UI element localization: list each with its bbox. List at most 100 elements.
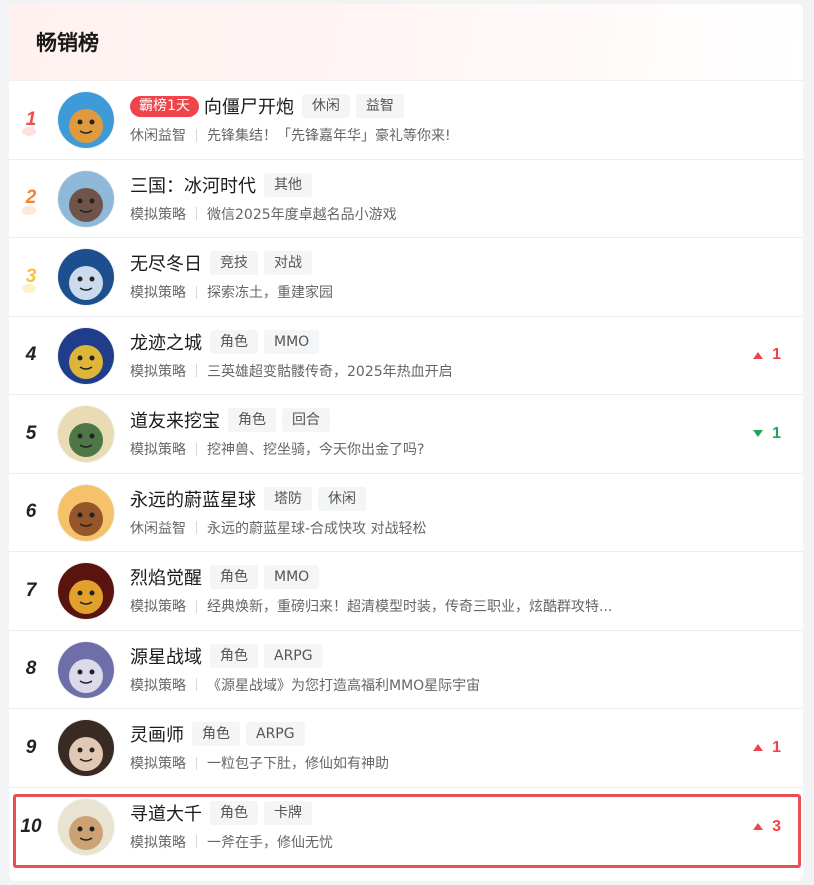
panel-header: 畅销榜 — [9, 4, 803, 81]
game-row[interactable]: 5 道友来挖宝 角色 回合 模拟策略 挖神兽、挖坐骑，今天你出金了吗? 1 — [9, 395, 803, 474]
subtitle-line: 模拟策略 一斧在手，修仙无忧 — [130, 832, 733, 852]
category-label: 模拟策略 — [130, 285, 186, 301]
game-name[interactable]: 烈焰觉醒 — [130, 564, 202, 590]
game-description: 经典焕新，重磅归来！超清模型时装，传奇三职业，炫酷群攻特... — [207, 599, 613, 615]
game-description: 永远的蔚蓝星球-合成快攻 对战轻松 — [207, 520, 427, 537]
genre-tag: 回合 — [282, 408, 330, 432]
genre-tag: 角色 — [210, 800, 258, 825]
game-avatar-icon — [58, 484, 114, 541]
genre-tag: 其他 — [264, 172, 312, 197]
title-line: 源星战域 角色 ARPG — [130, 643, 733, 669]
genre-tag: 竞技 — [210, 251, 258, 275]
game-name[interactable]: 无尽冬日 — [130, 250, 202, 276]
game-avatar-icon — [58, 170, 114, 227]
game-info: 道友来挖宝 角色 回合 模拟策略 挖神兽、挖坐骑，今天你出金了吗? — [130, 407, 733, 459]
rank-number: 8 — [9, 631, 53, 709]
game-avatar-icon — [58, 92, 114, 148]
game-info: 无尽冬日 竞技 对战 模拟策略 探索冻土，重建家园 — [130, 250, 733, 302]
game-icon[interactable] — [58, 798, 114, 855]
game-info: 烈焰觉醒 角色 MMO 模拟策略 经典焕新，重磅归来！超清模型时装，传奇三职业，炫酷群攻… — [130, 564, 733, 616]
game-icon[interactable] — [58, 327, 114, 384]
divider — [196, 285, 197, 299]
genre-tag: 角色 — [210, 329, 258, 354]
bestseller-panel: 畅销榜 1 霸榜1天 向僵尸开炮休闲 益智 休闲益智 先锋集结！「先锋嘉年华」豪礼等你来!… — [9, 4, 803, 881]
game-row[interactable]: 7 烈焰觉醒 角色 MMO 模拟策略 经典焕新，重磅归来！超清模型时装，传奇三职业，炫酷群… — [9, 552, 803, 631]
game-name[interactable]: 道友来挖宝 — [130, 407, 220, 433]
game-icon[interactable] — [58, 563, 114, 619]
game-avatar-icon — [58, 798, 114, 855]
game-info: 永远的蔚蓝星球 塔防 休闲 休闲益智 永远的蔚蓝星球-合成快攻 对战轻松 — [130, 486, 733, 538]
rank-number: 6 — [9, 474, 53, 552]
rank-change-value: 1 — [772, 346, 781, 364]
game-row[interactable]: 3 无尽冬日 竞技 对战 模拟策略 探索冻土，重建家园 — [9, 238, 803, 317]
game-row[interactable]: 2 三国：冰河时代 其他 模拟策略 微信2025年度卓越名品小游戏 — [9, 160, 803, 238]
game-name[interactable]: 向僵尸开炮 — [204, 93, 294, 119]
genre-tag: MMO — [264, 329, 320, 354]
game-description: 探索冻土，重建家园 — [207, 285, 333, 301]
game-icon[interactable] — [58, 720, 114, 776]
game-avatar-icon — [58, 641, 114, 698]
game-name[interactable]: 寻道大千 — [130, 800, 202, 826]
game-name[interactable]: 三国：冰河时代 — [130, 172, 256, 198]
game-description: 先锋集结！「先锋嘉年华」豪礼等你来! — [207, 128, 451, 144]
rank-change: 1 — [753, 317, 781, 395]
game-row[interactable]: 9 灵画师 角色 ARPG 模拟策略 一粒包子下肚，修仙如有神助 1 — [9, 709, 803, 788]
game-row[interactable]: 6 永远的蔚蓝星球 塔防 休闲 休闲益智 永远的蔚蓝星球-合成快攻 对战轻松 — [9, 474, 803, 552]
genre-tag: 休闲 — [318, 486, 366, 511]
arrow-up-icon — [753, 823, 764, 831]
category-label: 模拟策略 — [130, 363, 186, 380]
arrow-up-icon — [753, 744, 764, 752]
subtitle-line: 休闲益智 先锋集结！「先锋嘉年华」豪礼等你来! — [130, 125, 733, 145]
game-description: 一斧在手，修仙无忧 — [207, 834, 333, 851]
game-avatar-icon — [58, 249, 114, 305]
rank-change-value: 3 — [772, 817, 781, 835]
rank-value: 9 — [25, 736, 37, 758]
title-line: 道友来挖宝 角色 回合 — [130, 407, 733, 433]
rank-value: 7 — [25, 579, 37, 601]
rank-value: 8 — [25, 658, 37, 680]
genre-tag: 角色 — [228, 408, 276, 432]
rank-value: 4 — [25, 344, 37, 366]
category-label: 模拟策略 — [130, 599, 186, 615]
game-description: 《源星战域》为您打造高福利MMO星际宇宙 — [207, 677, 481, 694]
game-icon[interactable] — [58, 641, 114, 698]
rank-change: 1 — [753, 395, 781, 473]
rank-number: 1 — [9, 81, 53, 159]
divider — [196, 521, 197, 534]
game-name[interactable]: 龙迹之城 — [130, 329, 202, 355]
game-icon[interactable] — [58, 484, 114, 541]
divider — [196, 128, 197, 142]
game-row[interactable]: 4 龙迹之城 角色 MMO 模拟策略 三英雄超变骷髅传奇，2025年热血开启 1 — [9, 317, 803, 395]
top-days-badge: 霸榜1天 — [130, 95, 199, 117]
rank-number: 10 — [9, 788, 53, 867]
divider — [196, 678, 197, 691]
game-row[interactable]: 8 源星战域 角色 ARPG 模拟策略 《源星战域》为您打造高福利MMO星际宇宙 — [9, 631, 803, 709]
game-info: 源星战域 角色 ARPG 模拟策略 《源星战域》为您打造高福利MMO星际宇宙 — [130, 643, 733, 695]
divider — [196, 599, 197, 613]
game-avatar-icon — [58, 720, 114, 776]
divider — [196, 207, 197, 220]
rank-value: 5 — [25, 422, 37, 444]
subtitle-line: 模拟策略 《源星战域》为您打造高福利MMO星际宇宙 — [130, 675, 733, 695]
rank-value: 3 — [25, 265, 37, 287]
category-label: 休闲益智 — [130, 520, 186, 537]
game-name[interactable]: 源星战域 — [130, 643, 202, 669]
game-icon[interactable] — [58, 170, 114, 227]
game-icon[interactable] — [58, 406, 114, 462]
game-icon[interactable] — [58, 249, 114, 305]
divider — [196, 835, 197, 848]
game-name[interactable]: 灵画师 — [130, 721, 184, 747]
category-label: 模拟策略 — [130, 834, 186, 851]
game-row[interactable]: 10 寻道大千 角色 卡牌模拟策略 一斧在手，修仙无忧 3 — [9, 788, 803, 867]
game-info: 三国：冰河时代 其他 模拟策略 微信2025年度卓越名品小游戏 — [130, 172, 733, 224]
game-row[interactable]: 1 霸榜1天 向僵尸开炮 休闲 益智 休闲益智 先锋集结！「先锋嘉年华」豪礼等你来! — [9, 81, 803, 160]
game-description: 三英雄超变骷髅传奇，2025年热血开启 — [207, 363, 453, 380]
genre-tag: 角色 — [210, 643, 258, 668]
game-info: 灵画师 角色 ARPG 模拟策略 一粒包子下肚，修仙如有神助 — [130, 721, 733, 773]
game-icon[interactable] — [58, 92, 114, 148]
genre-tag: 角色 — [210, 565, 258, 589]
genre-tag: 卡牌 — [264, 800, 312, 825]
rank-number: 7 — [9, 552, 53, 630]
ranking-list: 1 霸榜1天 向僵尸开炮休闲 益智 休闲益智 先锋集结！「先锋嘉年华」豪礼等你来! 2 三国：… — [9, 81, 803, 866]
game-name[interactable]: 永远的蔚蓝星球 — [130, 486, 256, 512]
